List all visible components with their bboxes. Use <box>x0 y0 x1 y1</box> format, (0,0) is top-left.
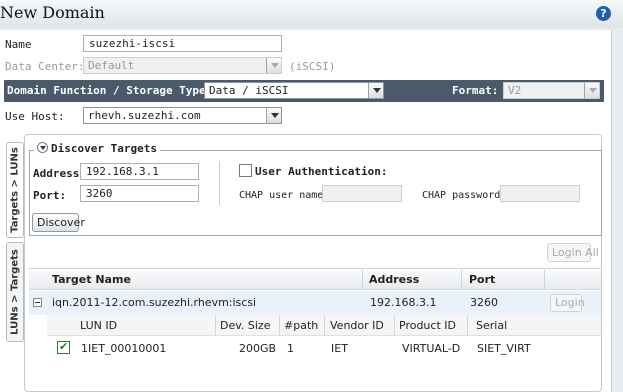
lun-checkbox[interactable] <box>57 340 70 354</box>
column-divider <box>467 316 468 335</box>
data-center-select[interactable]: Default <box>83 57 282 74</box>
chevron-down-icon <box>266 58 281 73</box>
tab-targets-luns-label: Targets > LUNs <box>9 147 21 233</box>
col-dev-size: Dev. Size <box>220 319 271 332</box>
lun-product-cell: VIRTUAL-D <box>402 342 461 355</box>
address-field[interactable]: 192.168.3.1 <box>80 163 199 180</box>
column-divider <box>362 270 363 289</box>
chap-password-field[interactable] <box>500 185 580 202</box>
col-target-name: Target Name <box>52 273 131 286</box>
lun-id-cell: 1IET_00010001 <box>81 342 167 355</box>
login-button[interactable]: Login <box>550 294 585 312</box>
targets-table-header: Target Name Address Port <box>29 268 601 290</box>
lun-serial-cell: SIET_VIRT <box>477 342 531 355</box>
tab-luns-targets-label: LUNs > Targets <box>9 249 21 335</box>
column-divider <box>215 316 216 335</box>
domain-function-select[interactable]: Data / iSCSI <box>204 82 384 99</box>
discover-button[interactable]: Discover <box>32 213 85 232</box>
column-divider <box>279 316 280 335</box>
column-divider <box>461 270 462 289</box>
collapse-icon[interactable] <box>37 142 48 153</box>
data-center-value: Default <box>88 59 135 72</box>
data-center-type: (iSCSI) <box>289 60 336 73</box>
chevron-down-icon <box>368 83 383 98</box>
login-all-button[interactable]: Login All <box>547 243 599 262</box>
luns-table-header: LUN ID Dev. Size #path Vendor ID Product… <box>47 315 601 336</box>
name-label: Name <box>5 38 32 51</box>
discover-targets-legend[interactable]: Discover Targets <box>34 142 160 155</box>
lun-vendor-cell: IET <box>331 342 348 355</box>
chap-user-field[interactable] <box>322 185 402 202</box>
port-label: Port: <box>33 189 67 202</box>
target-name-cell: iqn.2011-12.com.suzezhi.rhevm:iscsi <box>52 296 257 309</box>
dialog-title: New Domain <box>0 3 105 22</box>
collapse-row-icon[interactable] <box>33 298 42 307</box>
lun-dev-size-cell: 200GB <box>239 342 277 355</box>
column-divider <box>324 316 325 335</box>
column-divider <box>394 316 395 335</box>
tab-targets-luns[interactable]: Targets > LUNs <box>6 142 24 238</box>
name-field[interactable]: suzezhi-iscsi <box>83 35 282 52</box>
use-host-select[interactable]: rhevh.suzezhi.com <box>83 107 282 124</box>
user-auth-label: User Authentication: <box>255 165 388 178</box>
address-label: Address: <box>33 167 86 180</box>
domain-function-label: Domain Function / Storage Type: <box>7 84 213 97</box>
target-address-cell: 192.168.3.1 <box>370 296 437 309</box>
column-divider <box>544 270 545 289</box>
data-center-label: Data Center: <box>5 60 85 73</box>
col-product-id: Product ID <box>399 319 456 332</box>
col-vendor-id: Vendor ID <box>330 319 384 332</box>
table-row[interactable]: iqn.2011-12.com.suzezhi.rhevm:iscsi 192.… <box>29 291 601 315</box>
chap-password-label: CHAP password: <box>422 190 507 201</box>
format-value: V2 <box>508 84 522 97</box>
col-lun-id: LUN ID <box>80 319 118 332</box>
col-port: Port <box>469 273 496 286</box>
use-host-label: Use Host: <box>5 110 65 123</box>
domain-function-value: Data / iSCSI <box>209 84 289 97</box>
domain-function-bar: Domain Function / Storage Type: Data / i… <box>4 80 604 102</box>
target-port-cell: 3260 <box>470 296 498 309</box>
chap-user-label: CHAP user name: <box>239 190 330 201</box>
format-label: Format: <box>452 84 499 97</box>
tab-luns-targets[interactable]: LUNs > Targets <box>6 242 24 342</box>
port-field[interactable]: 3260 <box>80 185 199 202</box>
col-serial: Serial <box>476 319 508 332</box>
chevron-down-icon <box>266 108 281 123</box>
col-path: #path <box>284 319 319 332</box>
help-icon[interactable]: ? <box>596 6 611 21</box>
lun-path-cell: 1 <box>287 342 294 355</box>
use-host-value: rhevh.suzezhi.com <box>88 109 201 122</box>
col-address: Address <box>369 273 420 286</box>
divider <box>219 161 220 205</box>
dialog-titlebar: New Domain ? <box>0 0 623 28</box>
format-select[interactable]: V2 <box>503 82 600 99</box>
lun-row[interactable]: 1IET_00010001 200GB 1 IET VIRTUAL-D SIET… <box>47 337 601 359</box>
discover-targets-title: Discover Targets <box>51 142 157 155</box>
chevron-down-icon <box>584 83 599 98</box>
user-auth-checkbox[interactable] <box>239 164 252 177</box>
